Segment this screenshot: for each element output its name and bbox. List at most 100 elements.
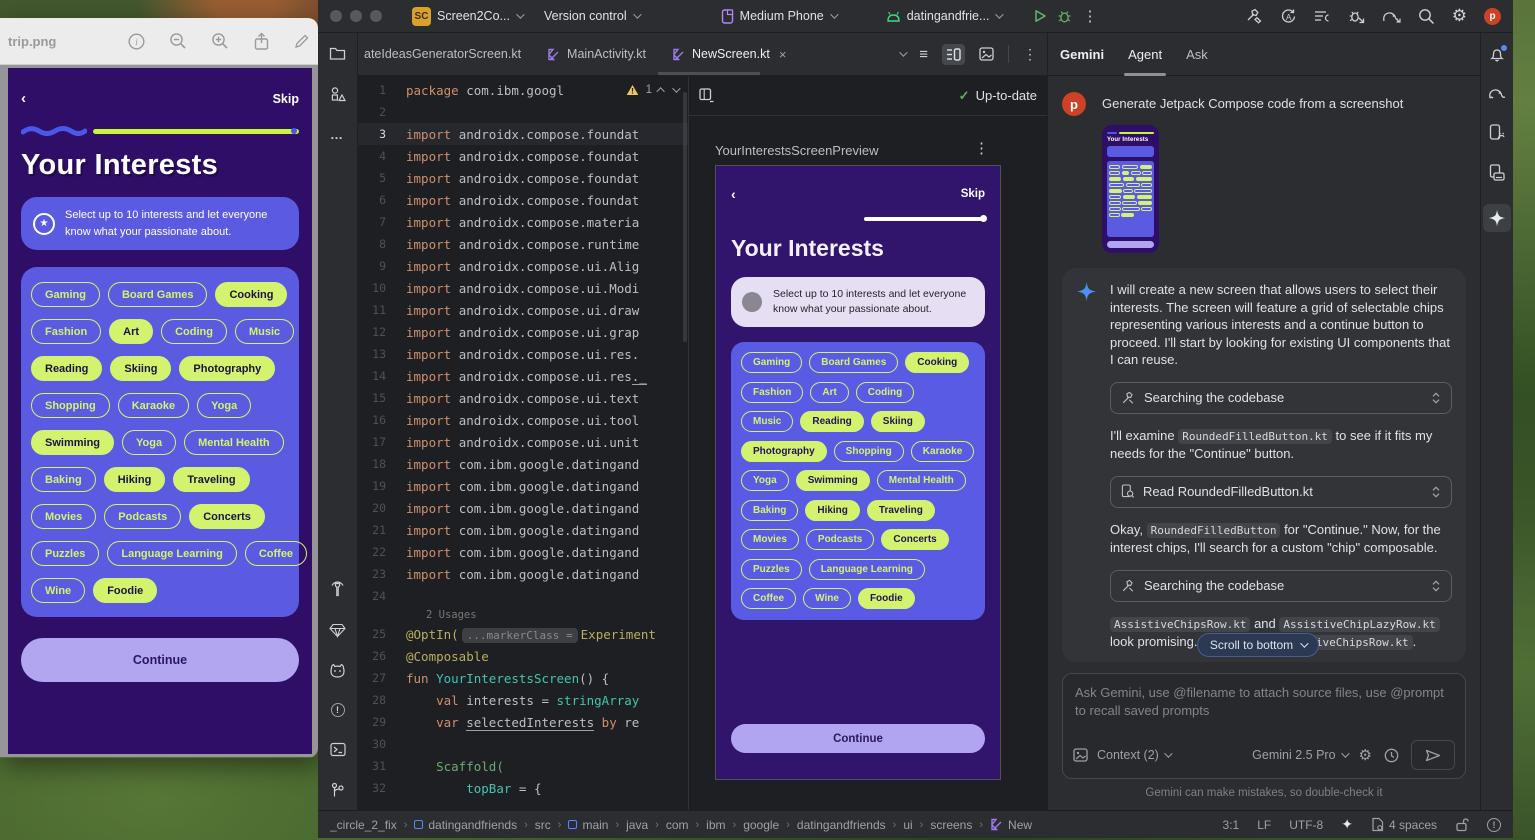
breadcrumb-item[interactable]: main bbox=[568, 818, 608, 832]
settings-gear-icon[interactable]: ⚙ bbox=[1452, 6, 1467, 26]
tab-newscreen[interactable]: NewScreen.kt × bbox=[659, 33, 799, 75]
breadcrumb-item[interactable]: screens bbox=[930, 818, 972, 832]
window-controls[interactable] bbox=[330, 10, 382, 22]
model-selector[interactable]: Gemini 2.5 Pro bbox=[1252, 748, 1346, 762]
interest-chip[interactable]: Skiing bbox=[871, 411, 925, 432]
interest-chip[interactable]: Cooking bbox=[905, 352, 969, 373]
interest-chip[interactable]: Coding bbox=[856, 382, 914, 403]
prev-problem-chevron-icon[interactable] bbox=[656, 87, 664, 95]
preview-image-icon[interactable] bbox=[979, 47, 994, 61]
run-config-selector[interactable]: datingandfrie... bbox=[880, 9, 1008, 23]
context-selector[interactable]: Context (2) bbox=[1097, 748, 1170, 762]
editor-scrollbar[interactable] bbox=[683, 92, 687, 342]
project-tool-icon[interactable] bbox=[329, 46, 346, 61]
interest-chip[interactable]: Shopping bbox=[834, 441, 904, 462]
minimize-window-icon[interactable] bbox=[350, 10, 362, 22]
vcs-selector[interactable]: Version control bbox=[538, 9, 645, 23]
inspection-status-icon[interactable]: ! bbox=[1487, 818, 1501, 832]
device-explorer-icon[interactable] bbox=[1489, 164, 1505, 181]
breadcrumb-item[interactable]: java bbox=[626, 818, 648, 832]
breadcrumb-item[interactable]: ui bbox=[903, 818, 912, 832]
gradle-tool-icon[interactable] bbox=[1488, 86, 1507, 101]
tab-agent[interactable]: Agent bbox=[1128, 33, 1162, 76]
interest-chip[interactable]: Puzzles bbox=[741, 559, 802, 580]
breadcrumb-item[interactable]: src bbox=[535, 818, 551, 832]
more-tool-windows-icon[interactable]: … bbox=[330, 127, 345, 142]
tab-list-icon[interactable]: ≡ bbox=[919, 46, 928, 63]
interest-chip[interactable]: Board Games bbox=[809, 352, 898, 373]
tool-call-row[interactable]: Searching the codebase bbox=[1110, 382, 1452, 414]
tab-scrollbar-thumb[interactable] bbox=[658, 72, 760, 75]
caret-position[interactable]: 3:1 bbox=[1223, 818, 1240, 832]
breadcrumb-item[interactable]: ibm bbox=[706, 818, 725, 832]
tab-mainactivity[interactable]: MainActivity.kt bbox=[534, 33, 659, 75]
interest-chip[interactable]: Foodie bbox=[858, 588, 915, 609]
interest-chip[interactable]: Art bbox=[810, 382, 848, 403]
interest-chip[interactable]: Mental Health bbox=[877, 470, 966, 491]
inspection-widget[interactable]: 1 bbox=[624, 84, 680, 96]
problems-tool-icon[interactable]: ! bbox=[331, 703, 345, 717]
breadcrumb-item[interactable]: com bbox=[666, 818, 689, 832]
interest-chip[interactable]: Reading bbox=[800, 411, 863, 432]
unlocked-icon[interactable] bbox=[1455, 817, 1469, 832]
gradle-sync-icon[interactable] bbox=[1382, 9, 1401, 24]
split-editor-icon[interactable] bbox=[942, 44, 965, 65]
debug-button[interactable] bbox=[1057, 9, 1072, 24]
interest-chip[interactable]: Hiking bbox=[805, 500, 860, 521]
usages-hint[interactable]: 2 Usages bbox=[358, 607, 688, 623]
close-window-icon[interactable] bbox=[330, 10, 342, 22]
tab-ask[interactable]: Ask bbox=[1186, 33, 1208, 76]
app-quality-insights-icon[interactable] bbox=[329, 623, 346, 638]
breadcrumb-item[interactable]: _circle_2_fix bbox=[330, 818, 397, 832]
breadcrumb-item[interactable]: New bbox=[990, 818, 1032, 832]
indent-style[interactable]: 4 spaces bbox=[1371, 817, 1437, 832]
interest-chip[interactable]: Music bbox=[741, 411, 793, 432]
gemini-tool-icon[interactable] bbox=[1483, 204, 1511, 232]
interest-chip[interactable]: Baking bbox=[741, 500, 798, 521]
back-chevron-icon[interactable]: ‹ bbox=[731, 186, 736, 202]
share-icon[interactable] bbox=[253, 32, 270, 51]
editor-options-icon[interactable]: ⋮ bbox=[1023, 46, 1037, 63]
tool-call-row[interactable]: Searching the codebase bbox=[1110, 570, 1452, 602]
continue-button[interactable]: Continue bbox=[731, 724, 985, 753]
gemini-prompt-input[interactable]: Ask Gemini, use @filename to attach sour… bbox=[1062, 673, 1466, 779]
interest-chip[interactable]: Swimming bbox=[796, 470, 870, 491]
tool-call-row[interactable]: Read RoundedFilledButton.kt bbox=[1110, 476, 1452, 508]
run-button[interactable] bbox=[1033, 9, 1047, 23]
search-everywhere-icon[interactable] bbox=[1418, 8, 1435, 25]
attach-debugger-icon[interactable] bbox=[1348, 8, 1365, 24]
logcat-filter-icon[interactable] bbox=[1314, 9, 1331, 24]
ai-sparkle-icon[interactable]: ✦ bbox=[1341, 816, 1353, 833]
history-clock-icon[interactable] bbox=[1384, 748, 1399, 763]
skip-label[interactable]: Skip bbox=[961, 188, 985, 200]
info-icon[interactable]: i bbox=[128, 33, 145, 50]
interest-chip[interactable]: Fashion bbox=[741, 382, 803, 403]
interest-chip[interactable]: Yoga bbox=[741, 470, 789, 491]
close-tab-icon[interactable]: × bbox=[779, 47, 787, 62]
interest-chip[interactable]: Gaming bbox=[741, 352, 802, 373]
preview-layout-icon[interactable] bbox=[699, 88, 715, 103]
breadcrumb-item[interactable]: datingandfriends bbox=[797, 818, 886, 832]
apply-changes-icon[interactable]: A bbox=[1280, 8, 1297, 25]
file-encoding[interactable]: UTF-8 bbox=[1289, 818, 1323, 832]
tab-dateideasgeneratorscreen[interactable]: ateIdeasGeneratorScreen.kt bbox=[358, 33, 534, 75]
device-selector[interactable]: Medium Phone bbox=[715, 9, 842, 24]
terminal-tool-icon[interactable] bbox=[330, 742, 346, 757]
breadcrumb-item[interactable]: datingandfriends bbox=[414, 818, 517, 832]
interest-chip[interactable]: Karaoke bbox=[911, 441, 974, 462]
interest-chip[interactable]: Traveling bbox=[867, 500, 935, 521]
more-actions-icon[interactable]: ⋮ bbox=[1082, 7, 1097, 25]
profile-avatar[interactable]: p bbox=[1484, 8, 1501, 25]
interest-chip[interactable]: Coffee bbox=[741, 588, 796, 609]
zoom-in-icon[interactable] bbox=[211, 32, 229, 50]
breadcrumb-item[interactable]: google bbox=[743, 818, 779, 832]
build-tools-icon[interactable] bbox=[1246, 8, 1263, 25]
preview-options-icon[interactable]: ⋮ bbox=[974, 139, 989, 157]
screenshot-thumbnail[interactable]: Your Interests bbox=[1102, 125, 1159, 253]
project-selector[interactable]: SC Screen2Co... bbox=[406, 7, 528, 26]
code-editor[interactable]: 1package com.ibm.googl23import androidx.… bbox=[358, 76, 688, 810]
running-devices-icon[interactable] bbox=[1489, 124, 1505, 141]
resource-manager-icon[interactable] bbox=[330, 86, 346, 102]
interest-chip[interactable]: Photography bbox=[741, 441, 827, 462]
markup-pencil-icon[interactable] bbox=[294, 33, 310, 49]
